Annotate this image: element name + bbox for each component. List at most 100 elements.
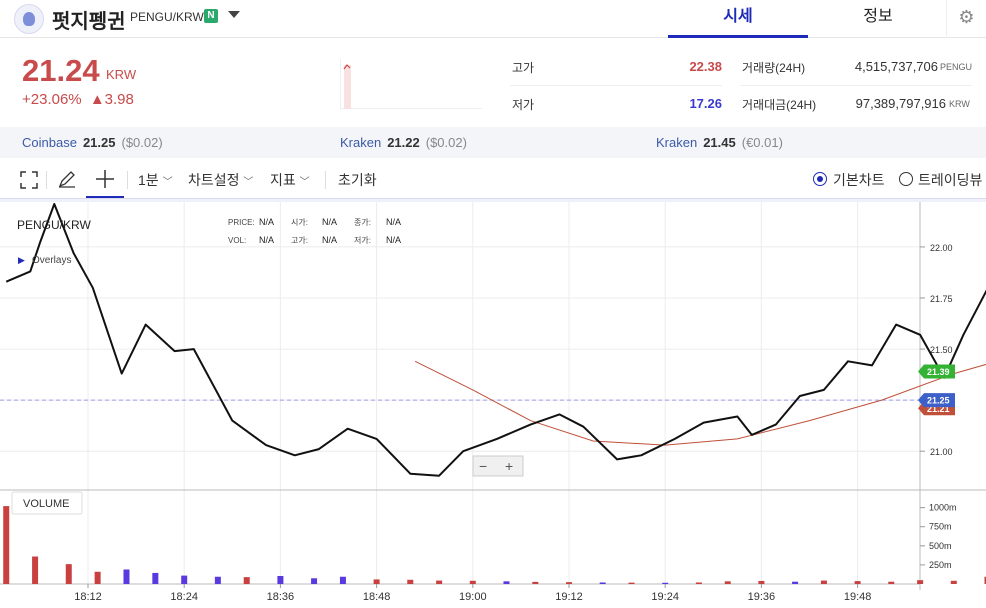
x-tick-label: 19:48 [844,591,872,603]
tradingview-label[interactable]: 트레이딩뷰 [918,170,982,190]
overlays-toggle[interactable]: Overlays [32,255,71,266]
exchange-name: Coinbase [22,135,77,150]
exchange-price: 21.25 [82,135,116,150]
volume-unit: PENGU [940,62,973,72]
basic-chart-radio[interactable] [813,172,827,186]
divider [510,85,722,86]
exchange-item[interactable]: Kraken 21.45 (€0.01) [656,135,783,150]
x-tick-label: 18:24 [170,591,198,603]
price-line [5,203,986,477]
legend-close-value: N/A [386,217,401,227]
volume-bar [407,579,414,584]
chart-toolbar: 1분 ﹀ 차트설정 ﹀ 지표 ﹀ 초기화 기본차트 트레이딩뷰 [0,159,986,199]
volume-bar [311,578,318,584]
volume-bar [854,581,861,584]
volume-bar [662,582,669,584]
volume-axis: 1000m 750m 500m 250m [920,503,957,570]
legend-high-label: 고가: [291,236,308,245]
volume-value: 4,515,737,706 [854,59,938,74]
volume-bars [3,506,986,584]
volume-bar [599,582,606,584]
volume-bar [792,581,799,584]
tab-detail[interactable]: 시세 [668,0,808,38]
fullscreen-icon[interactable] [20,171,38,189]
header: 펏지펭귄 PENGU/KRW N 시세 정보 ⚙ [0,0,986,38]
exchange-price: 21.45 [703,135,736,150]
y-tick-label: 21.00 [930,447,953,457]
new-badge: N [204,9,218,23]
volume-tick-label: 1000m [929,503,957,513]
volume-bar [758,580,765,584]
exchange-bar: Coinbase 21.25 ($0.02) Kraken 21.22 ($0.02) … [0,127,986,158]
volume-tick-label: 750m [929,522,952,532]
divider [325,171,326,189]
ma-green-marker-label: 21.39 [927,367,950,377]
volume-bar [820,580,827,584]
reset-button[interactable]: 초기화 [338,170,377,190]
exchange-item[interactable]: Kraken 21.22 ($0.02) [340,135,467,150]
exchange-price: 21.22 [387,135,420,150]
x-tick-label: 19:00 [459,591,487,603]
low-value: 17.26 [689,96,722,111]
chevron-down-icon[interactable] [228,11,240,18]
pencil-icon[interactable] [58,170,76,188]
volume-bar [123,569,130,584]
volume-tick-label: 250m [929,560,952,570]
price-change: +23.06% ▲3.98 [22,91,134,108]
exchange-diff: ($0.02) [425,135,467,150]
basic-chart-label[interactable]: 기본차트 [833,170,885,190]
volume-bar [94,571,101,584]
volume-bar [243,577,250,584]
x-tick-label: 19:12 [555,591,583,603]
price-markers: 21.3921.2121.25 [918,364,955,416]
chart-svg[interactable]: 22.00 21.75 21.50 21.25 21.00 18:12 18:24 18:3… [0,202,986,603]
active-tool-indicator [86,196,124,198]
high-label: 고가 [512,61,535,75]
price-unit: KRW [106,67,137,82]
current-price: 21.24 [22,53,100,88]
volume-bar [373,579,380,584]
interval-select[interactable]: 1분 ﹀ [138,170,173,190]
amount-value: 97,389,797,916 [855,96,946,111]
volume-bar [3,506,10,584]
y-tick-label: 21.50 [930,345,953,355]
volume-bar [181,575,188,584]
crosshair-icon[interactable] [95,169,115,189]
divider [740,85,972,86]
volume-bar [65,564,72,584]
exchange-name: Kraken [656,135,698,150]
volume-bar [152,572,159,584]
chevron-down-icon: ﹀ [299,177,310,188]
zoom-out-button[interactable]: − [479,458,487,474]
coin-logo-icon [14,4,44,34]
tab-info[interactable]: 정보 [808,0,948,38]
volume-bar [532,581,539,584]
pair-symbol: PENGU/KRW [130,10,204,24]
overlays-caret-icon[interactable]: ▶ [18,255,25,265]
divider [46,171,47,189]
current-price-marker-label: 21.25 [927,396,950,406]
volume-bar [436,580,443,584]
price-chart[interactable]: 22.00 21.75 21.50 21.25 21.00 18:12 18:24 18:3… [0,199,986,603]
chart-settings-select[interactable]: 차트설정 ﹀ [188,170,253,190]
volume-label: 거래량(24H) [742,61,806,75]
gear-icon[interactable]: ⚙ [946,0,986,38]
zoom-in-button[interactable]: + [505,458,513,474]
grid [0,202,920,584]
chart-settings-label: 차트설정 [188,172,240,188]
volume-bar [950,580,957,584]
legend-vol-value: N/A [259,235,274,245]
legend-low-label: 저가: [354,236,371,245]
exchange-item[interactable]: Coinbase 21.25 ($0.02) [22,135,163,150]
volume-title: VOLUME [23,498,69,510]
chevron-down-icon: ﹀ [243,177,254,188]
volume-bar [277,575,284,584]
coin-name: 펏지펭귄 [52,11,126,33]
x-tick-label: 19:24 [651,591,679,603]
tradingview-radio[interactable] [899,172,913,186]
volume-bar [339,576,346,584]
zoom-controls: − + [472,455,524,477]
chart-symbol: PENGU/KRW [17,218,91,232]
indicators-select[interactable]: 지표 ﹀ [270,170,310,190]
exchange-name: Kraken [340,135,382,150]
